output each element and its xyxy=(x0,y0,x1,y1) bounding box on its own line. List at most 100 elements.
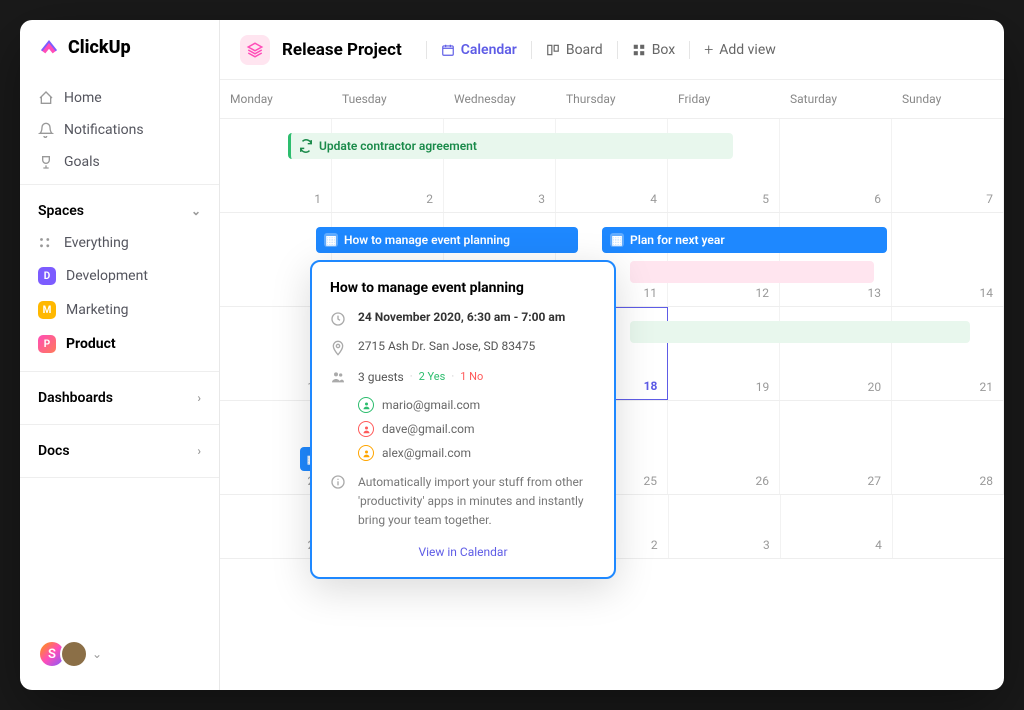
calendar-view: Monday Tuesday Wednesday Thursday Friday… xyxy=(220,80,1004,690)
spaces-section: Spaces ⌄ Everything D Development M Mark… xyxy=(20,184,219,371)
header: Release Project Calendar Board Box xyxy=(220,20,1004,80)
day-header: Saturday xyxy=(780,80,892,118)
app-window: ClickUp Home Notifications Goals Spaces … xyxy=(20,20,1004,690)
calendar-cell[interactable] xyxy=(893,495,1004,558)
space-label: Everything xyxy=(64,235,129,251)
dashboards-section: Dashboards › xyxy=(20,371,219,424)
space-marketing[interactable]: M Marketing xyxy=(20,293,219,327)
calendar-cell[interactable]: 7 xyxy=(892,119,1004,212)
refresh-icon xyxy=(299,139,313,153)
chevron-down-icon: ⌄ xyxy=(92,647,102,661)
logo-icon xyxy=(38,36,60,58)
guests-no: 1 No xyxy=(460,370,483,383)
popover-description-row: Automatically import your stuff from oth… xyxy=(330,473,596,531)
chevron-down-icon: ⌄ xyxy=(191,204,201,218)
calendar-cell[interactable]: 14 xyxy=(892,213,1004,306)
popover-title: How to manage event planning xyxy=(330,280,596,296)
calendar-cell[interactable]: 6 xyxy=(780,119,892,212)
project-title: Release Project xyxy=(282,40,402,60)
logo[interactable]: ClickUp xyxy=(20,36,219,76)
grid-icon xyxy=(38,235,54,251)
guest-email: alex@gmail.com xyxy=(382,446,471,460)
popover-datetime-row: 24 November 2020, 6:30 am - 7:00 am xyxy=(330,310,596,327)
box-icon xyxy=(632,43,646,57)
dashboards-header[interactable]: Dashboards › xyxy=(20,382,219,414)
main-panel: Release Project Calendar Board Box xyxy=(220,20,1004,690)
nav-goals[interactable]: Goals xyxy=(20,146,219,178)
main-nav: Home Notifications Goals xyxy=(20,76,219,184)
tab-box[interactable]: Box xyxy=(622,36,686,64)
nav-home[interactable]: Home xyxy=(20,82,219,114)
event-planning[interactable]: ▦ How to manage event planning xyxy=(316,227,578,253)
space-product[interactable]: P Product xyxy=(20,327,219,361)
guests-yes: 2 Yes xyxy=(419,370,446,383)
guest-status-icon xyxy=(358,397,374,413)
clock-icon xyxy=(330,311,346,327)
space-label: Product xyxy=(66,336,116,352)
plus-icon: + xyxy=(704,40,713,59)
guest-row: mario@gmail.com xyxy=(358,397,596,413)
calendar-icon: ▦ xyxy=(610,233,624,247)
bell-icon xyxy=(38,122,54,138)
day-header: Sunday xyxy=(892,80,1004,118)
space-label: Marketing xyxy=(66,302,129,318)
popover-datetime: 24 November 2020, 6:30 am - 7:00 am xyxy=(358,310,565,327)
nav-label: Home xyxy=(64,90,102,106)
docs-label: Docs xyxy=(38,443,70,459)
nav-label: Goals xyxy=(64,154,100,170)
calendar-cell[interactable]: 28 xyxy=(892,401,1004,494)
popover-description: Automatically import your stuff from oth… xyxy=(358,473,596,531)
space-everything[interactable]: Everything xyxy=(20,227,219,259)
guests-count: 3 guests xyxy=(358,370,404,384)
event-pink[interactable] xyxy=(630,261,874,283)
day-header: Thursday xyxy=(556,80,668,118)
tab-calendar[interactable]: Calendar xyxy=(431,36,527,64)
nav-notifications[interactable]: Notifications xyxy=(20,114,219,146)
home-icon xyxy=(38,90,54,106)
tab-label: Box xyxy=(652,42,676,58)
guest-row: dave@gmail.com xyxy=(358,421,596,437)
sidebar: ClickUp Home Notifications Goals Spaces … xyxy=(20,20,220,690)
calendar-header: Monday Tuesday Wednesday Thursday Friday… xyxy=(220,80,1004,119)
board-icon xyxy=(546,43,560,57)
popover-location: 2715 Ash Dr. San Jose, SD 83475 xyxy=(358,339,535,356)
view-in-calendar-link[interactable]: View in Calendar xyxy=(330,545,596,559)
guest-email: dave@gmail.com xyxy=(382,422,475,436)
calendar-icon: ▦ xyxy=(324,233,338,247)
space-development[interactable]: D Development xyxy=(20,259,219,293)
day-header: Tuesday xyxy=(332,80,444,118)
calendar-cell[interactable]: 27 xyxy=(780,401,892,494)
popover-location-row: 2715 Ash Dr. San Jose, SD 83475 xyxy=(330,339,596,356)
event-title: How to manage event planning xyxy=(344,233,510,247)
trophy-icon xyxy=(38,154,54,170)
add-view-label: Add view xyxy=(719,42,776,58)
day-header: Wednesday xyxy=(444,80,556,118)
docs-section: Docs › xyxy=(20,424,219,478)
spaces-header[interactable]: Spaces ⌄ xyxy=(20,195,219,227)
dashboards-label: Dashboards xyxy=(38,390,113,406)
event-green[interactable] xyxy=(630,321,970,343)
view-tabs: Calendar Board Box + Add view xyxy=(426,34,786,65)
add-view-button[interactable]: + Add view xyxy=(694,34,786,65)
tab-board[interactable]: Board xyxy=(536,36,613,64)
event-popover: How to manage event planning 24 November… xyxy=(310,260,616,579)
avatar[interactable] xyxy=(60,640,88,668)
popover-guests-row: 3 guests · 2 Yes · 1 No xyxy=(330,368,596,385)
calendar-cell[interactable]: 4 xyxy=(781,495,893,558)
user-avatars[interactable]: S ⌄ xyxy=(20,640,219,674)
event-contractor[interactable]: Update contractor agreement xyxy=(288,133,733,159)
guest-status-icon xyxy=(358,445,374,461)
calendar-cell[interactable]: 3 xyxy=(669,495,781,558)
calendar-icon xyxy=(441,43,455,57)
tab-label: Board xyxy=(566,42,603,58)
day-header: Monday xyxy=(220,80,332,118)
tab-label: Calendar xyxy=(461,42,517,58)
space-badge: P xyxy=(38,335,56,353)
event-next-year[interactable]: ▦ Plan for next year xyxy=(602,227,887,253)
docs-header[interactable]: Docs › xyxy=(20,435,219,467)
space-label: Development xyxy=(66,268,148,284)
calendar-cell[interactable]: 26 xyxy=(668,401,780,494)
space-badge: D xyxy=(38,267,56,285)
guest-status-icon xyxy=(358,421,374,437)
guest-email: mario@gmail.com xyxy=(382,398,480,412)
